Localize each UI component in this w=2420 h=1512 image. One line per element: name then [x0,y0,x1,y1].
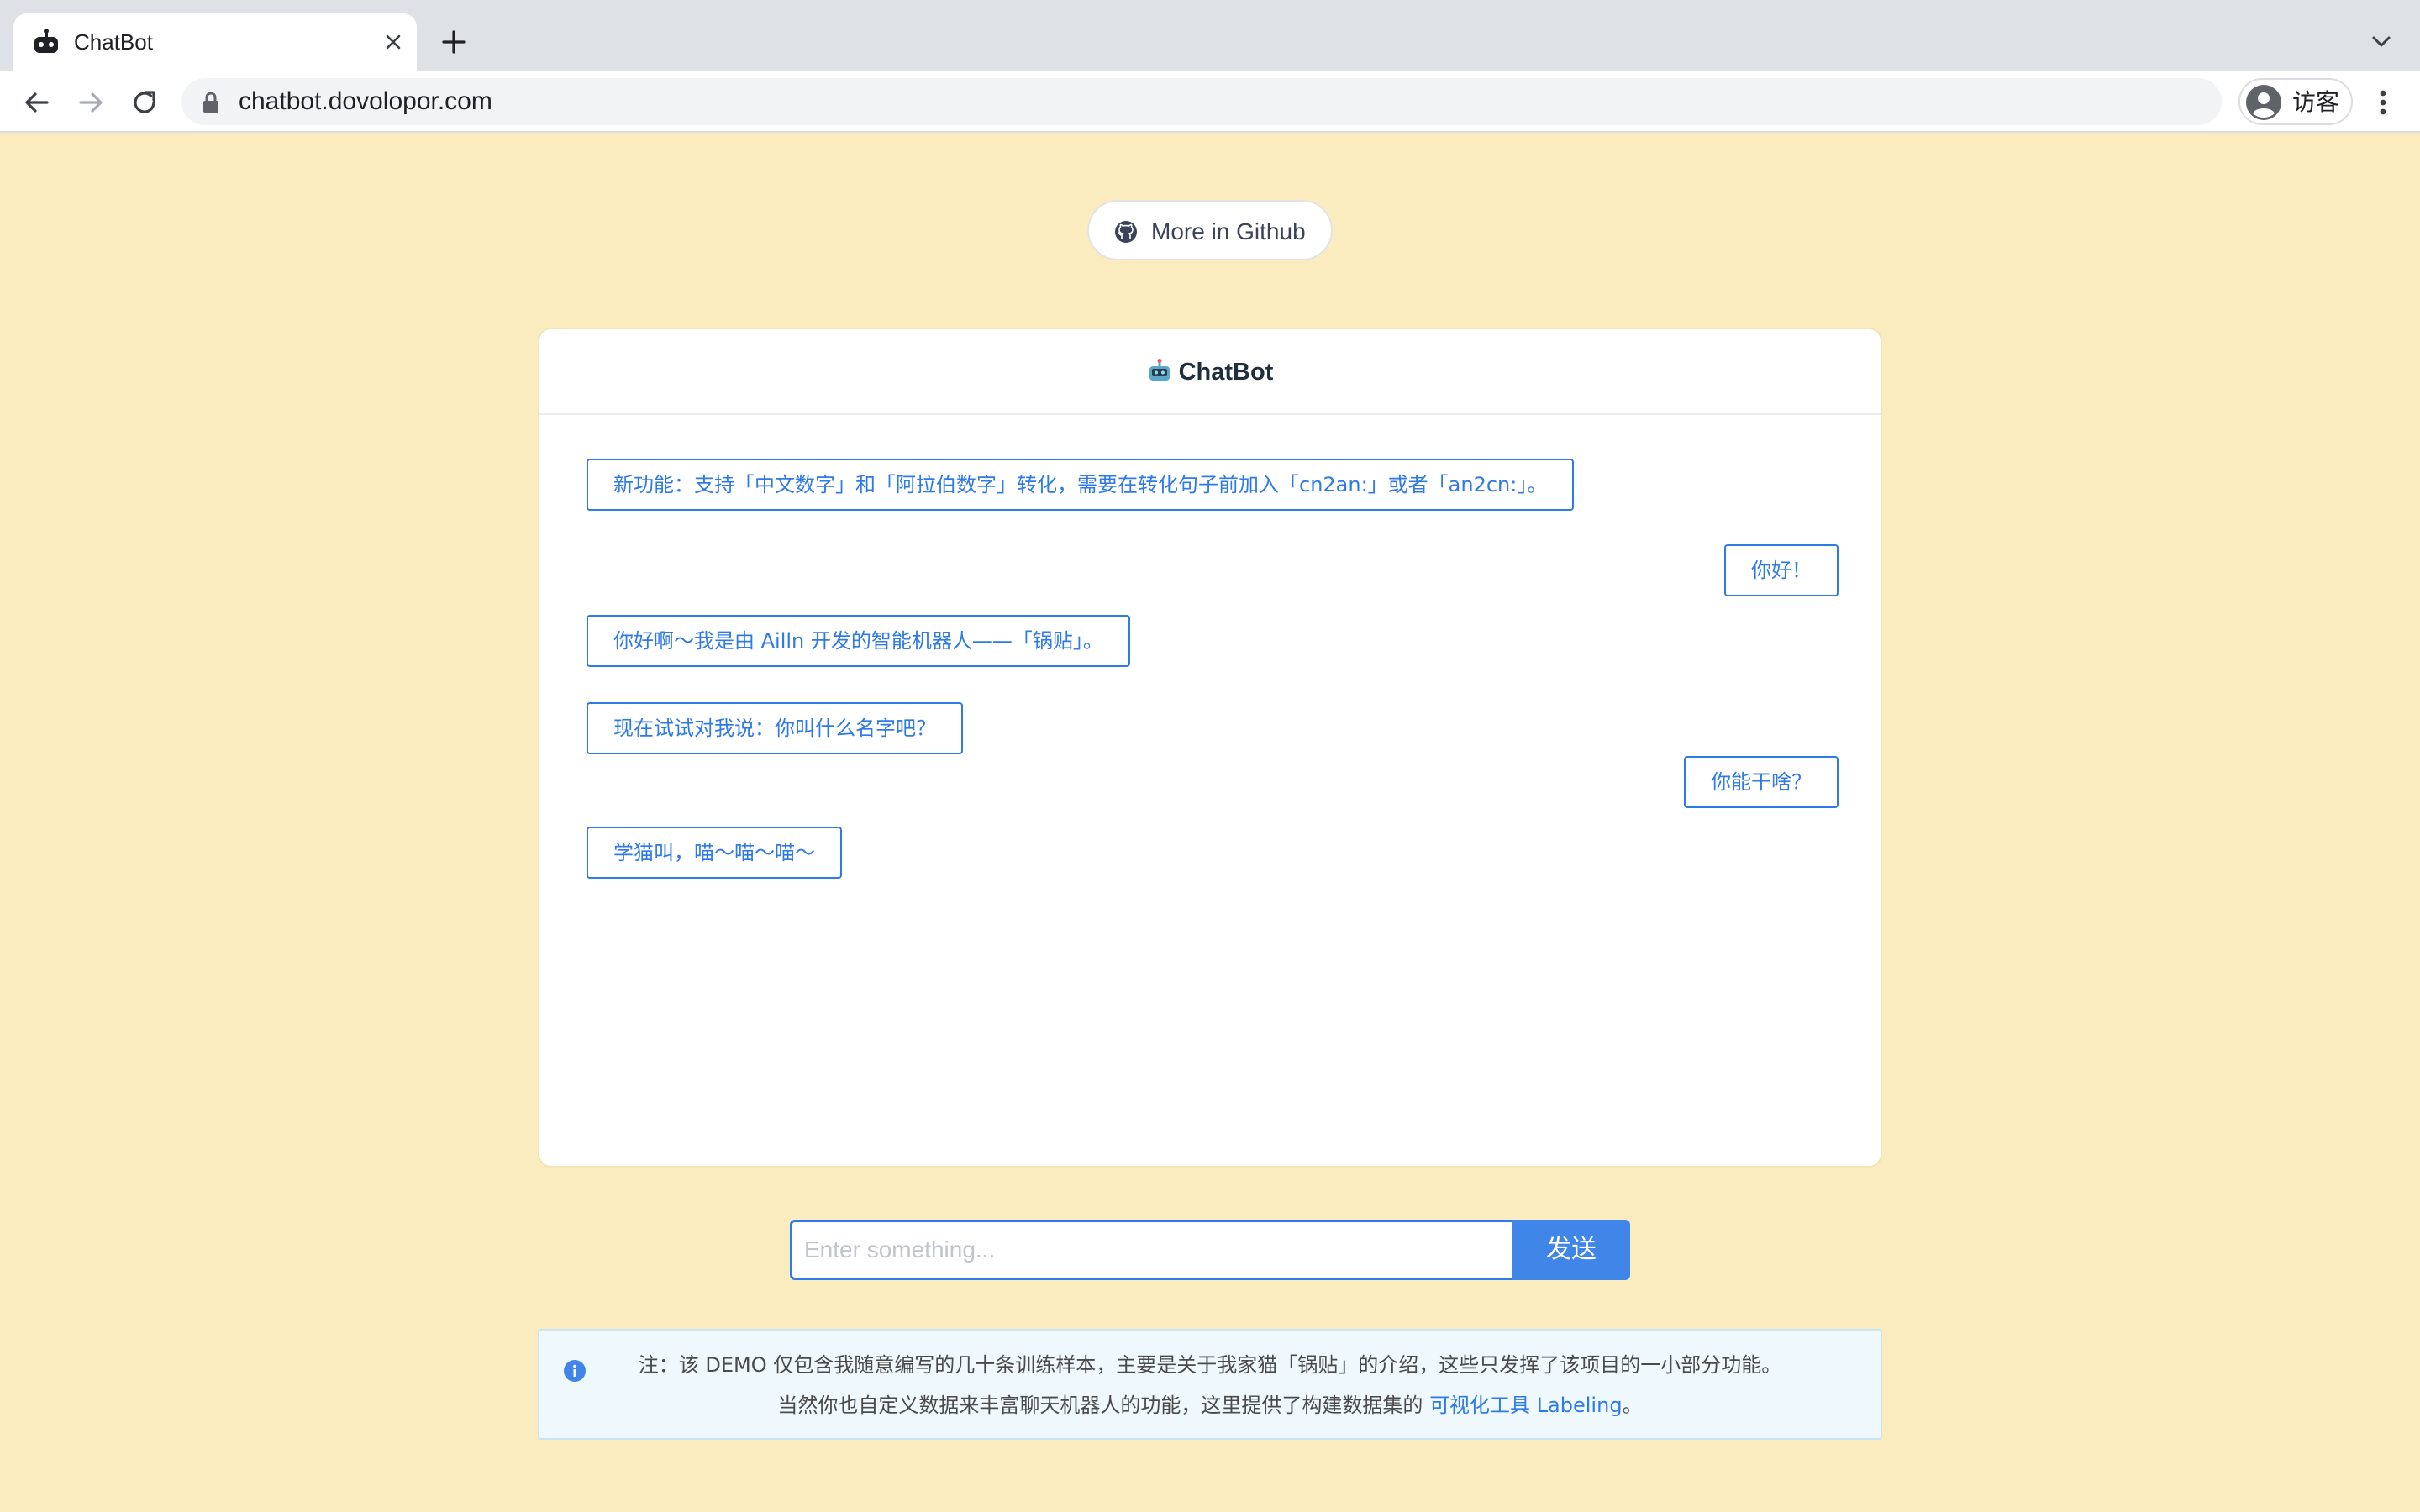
robot-emoji-icon [1149,359,1170,381]
user-message: 你能干啥？ [1684,756,1839,808]
github-icon [1115,221,1137,243]
bot-message: 你好啊～我是由 Ailln 开发的智能机器人——「锅贴」。 [587,615,1130,667]
plus-icon[interactable] [439,27,469,57]
profile-label: 访客 [2292,89,2340,115]
profile-avatar-icon [2246,85,2281,120]
user-message: 你好！ [1724,544,1839,596]
address-bar[interactable]: chatbot.dovolopor.com [182,78,2222,125]
url-text[interactable]: chatbot.dovolopor.com [239,87,492,116]
notice-line-1: 注：该 DEMO 仅包含我随意编写的几十条训练样本，主要是关于我家猫「锅贴」的介… [638,1353,1782,1377]
browser-toolbar: chatbot.dovolopor.com 访客 [0,71,2420,133]
tab-title: ChatBot [74,29,153,55]
notice-line-2-prefix: 当然你也自定义数据来丰富聊天机器人的功能，这里提供了构建数据集的 [777,1394,1430,1417]
message-composer: 发送 [790,1220,1630,1280]
notice-line-2: 当然你也自定义数据来丰富聊天机器人的功能，这里提供了构建数据集的 可视化工具 L… [539,1391,1881,1420]
message-input[interactable] [790,1220,1514,1280]
robot-favicon-icon [34,29,58,53]
profile-button[interactable]: 访客 [2238,78,2353,125]
notice-line-2-suffix: 。 [1622,1394,1643,1417]
reload-icon[interactable] [128,86,161,119]
chat-panel: ChatBot 新功能：支持「中文数字」和「阿拉伯数字」转化，需要在转化句子前加… [538,328,1882,1168]
notice-box: 注：该 DEMO 仅包含我随意编写的几十条训练样本，主要是关于我家猫「锅贴」的介… [538,1329,1882,1440]
bot-message: 现在试试对我说：你叫什么名字吧？ [587,702,963,754]
github-button[interactable]: More in Github [1087,200,1333,260]
browser-tab[interactable]: ChatBot [13,13,417,71]
send-button[interactable]: 发送 [1512,1220,1630,1280]
labeling-link[interactable]: 可视化工具 Labeling [1429,1394,1623,1417]
chevron-down-icon[interactable] [2366,27,2396,57]
github-button-label: More in Github [1151,218,1306,244]
more-vertical-icon[interactable] [2368,86,2398,119]
chat-title: ChatBot [539,358,1881,386]
forward-arrow-icon[interactable] [74,86,108,119]
lock-icon[interactable] [202,92,220,113]
close-icon[interactable] [380,29,407,55]
chat-title-text: ChatBot [1178,359,1274,386]
chat-header: ChatBot [539,329,1881,415]
back-arrow-icon[interactable] [20,86,54,119]
bot-message: 新功能：支持「中文数字」和「阿拉伯数字」转化，需要在转化句子前加入「cn2an:… [587,459,1575,511]
bot-message: 学猫叫，喵～喵～喵～ [587,827,842,879]
browser-tab-strip: ChatBot [0,0,2420,71]
